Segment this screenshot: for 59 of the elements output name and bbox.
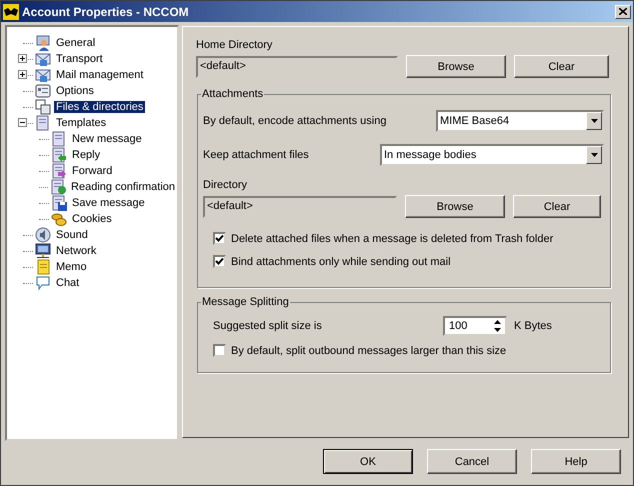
- field-label: Suggested split size is: [213, 320, 323, 332]
- dropdown[interactable]: In message bodies: [380, 144, 604, 166]
- tree-item[interactable]: Templates: [54, 117, 108, 129]
- group-title: Attachments: [201, 88, 264, 100]
- close-button[interactable]: [615, 4, 631, 18]
- chat-bubble-icon: [35, 275, 51, 291]
- field-label: Keep attachment files: [203, 149, 309, 161]
- window-title: Account Properties - NCCOM: [22, 4, 189, 18]
- collapse-icon[interactable]: [18, 118, 27, 127]
- tree-item[interactable]: Transport: [54, 53, 105, 65]
- reply-icon: [51, 147, 67, 163]
- envelope-icon: [35, 51, 51, 67]
- dropdown[interactable]: MIME Base64: [436, 110, 604, 132]
- button[interactable]: Help: [531, 449, 621, 474]
- tree-item[interactable]: Options: [54, 85, 96, 97]
- spin-field[interactable]: 100: [443, 316, 507, 336]
- checkbox[interactable]: [213, 255, 226, 268]
- expand-icon[interactable]: [18, 54, 27, 63]
- files-icon: [35, 99, 51, 115]
- tree-item[interactable]: Network: [54, 245, 98, 257]
- field-label: Home Directory: [196, 39, 274, 53]
- tree-item[interactable]: Save message: [70, 197, 147, 209]
- note-icon: [35, 259, 51, 275]
- tree-item[interactable]: Cookies: [70, 213, 114, 225]
- button[interactable]: OK: [323, 449, 413, 474]
- document-icon: [35, 115, 51, 131]
- tree-item[interactable]: General: [54, 37, 98, 49]
- checkbox-label: By default, split outbound messages larger than this size: [231, 344, 506, 356]
- field-label: Directory: [203, 179, 248, 193]
- tree-item[interactable]: Sound: [54, 229, 90, 241]
- field-label: By default, encode attachments using: [203, 115, 386, 127]
- spin-arrows-icon[interactable]: [494, 319, 501, 333]
- unit-label: K Bytes: [514, 320, 552, 332]
- button[interactable]: Cancel: [427, 449, 517, 474]
- speaker-icon: [35, 227, 51, 243]
- tree-item[interactable]: Chat: [54, 277, 82, 289]
- forward-icon: [51, 163, 67, 179]
- tree-item[interactable]: Files & directories: [54, 101, 146, 113]
- checkbox[interactable]: [213, 232, 226, 245]
- tree-item[interactable]: Forward: [70, 165, 114, 177]
- tree-item[interactable]: New message: [70, 133, 144, 145]
- tree-item[interactable]: Reply: [70, 149, 102, 161]
- document-icon: [51, 131, 67, 147]
- coins-icon: [51, 211, 67, 227]
- close-icon[interactable]: [619, 8, 627, 15]
- checkbox-label: Delete attached files when a message is deleted from Trash folder: [231, 232, 554, 244]
- envelope-icon: [35, 67, 51, 83]
- user-icon: [35, 35, 51, 51]
- tree-item[interactable]: Mail management: [54, 69, 146, 81]
- checkmark-document-icon: [50, 179, 66, 195]
- group-title: Message Splitting: [201, 296, 290, 308]
- app-icon: [3, 4, 19, 20]
- checkbox-label: Bind attachments only while sending out mail: [231, 256, 451, 268]
- list-icon: [35, 83, 51, 99]
- expand-icon[interactable]: [18, 70, 27, 79]
- monitor-icon: [35, 243, 51, 259]
- tree-item[interactable]: Reading confirmation: [69, 181, 177, 193]
- tree-item[interactable]: Memo: [54, 261, 89, 273]
- checkbox[interactable]: [213, 344, 226, 357]
